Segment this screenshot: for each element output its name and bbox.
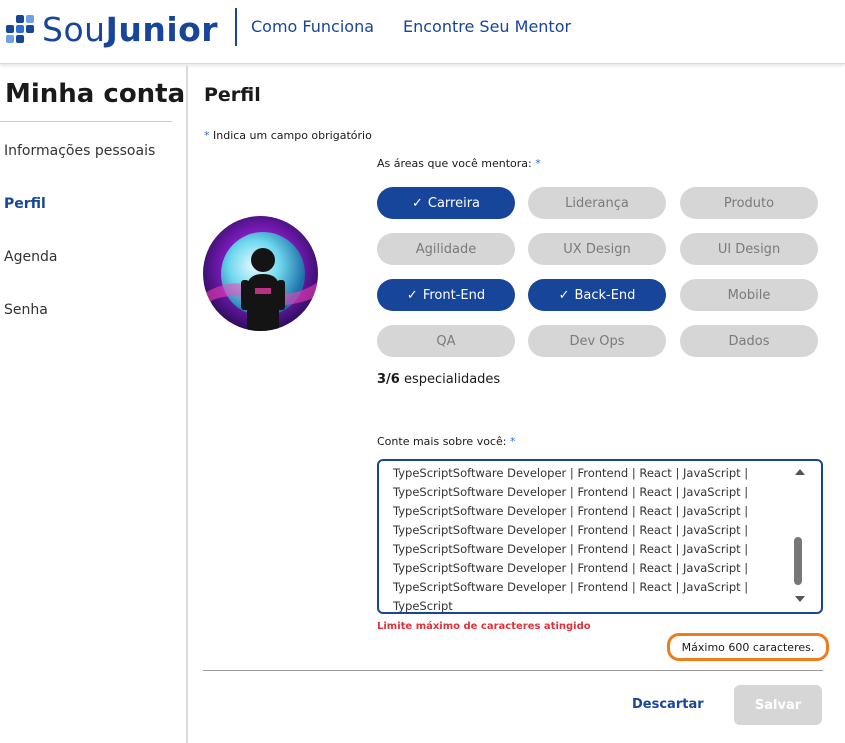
about-text-content[interactable]: TypeScriptSoftware Developer | Frontend … xyxy=(393,464,793,613)
chip-label: Front-End xyxy=(422,287,486,303)
sidebar-item-agenda[interactable]: Agenda xyxy=(4,249,57,265)
check-icon: ✓ xyxy=(406,287,418,303)
chip-produto[interactable]: Produto xyxy=(680,187,818,219)
sidebar-divider xyxy=(0,121,172,122)
sidebar-item-senha[interactable]: Senha xyxy=(4,302,48,318)
nav-encontre-mentor[interactable]: Encontre Seu Mentor xyxy=(403,17,571,36)
about-textarea[interactable]: TypeScriptSoftware Developer | Frontend … xyxy=(377,459,823,614)
about-text-line: TypeScriptSoftware Developer | Frontend … xyxy=(393,580,749,594)
about-text-line: TypeScriptSoftware Developer | Frontend … xyxy=(393,485,749,499)
about-label-text: Conte mais sobre você: xyxy=(377,435,507,448)
areas-required-star: * xyxy=(535,157,541,170)
check-icon: ✓ xyxy=(558,287,570,303)
chip-ui-design[interactable]: UI Design xyxy=(680,233,818,265)
page-title: Perfil xyxy=(204,84,261,106)
nav-como-funciona[interactable]: Como Funciona xyxy=(251,17,374,36)
areas-label: As áreas que você mentora: * xyxy=(377,157,541,170)
specialties-count: 3/6 especialidades xyxy=(377,372,500,387)
top-header: SouJunior Como Funciona Encontre Seu Men… xyxy=(0,0,845,64)
about-label: Conte mais sobre você: * xyxy=(377,435,515,448)
char-limit-error: Limite máximo de caracteres atingido xyxy=(377,621,591,632)
scroll-down-arrow-icon[interactable] xyxy=(795,596,805,602)
scroll-up-arrow-icon[interactable] xyxy=(795,469,805,475)
logo-squares-icon xyxy=(6,15,36,43)
about-text-line: TypeScriptSoftware Developer | Frontend … xyxy=(393,466,749,480)
chip-label: Back-End xyxy=(574,287,636,303)
brand-name-bold: Junior xyxy=(105,9,219,49)
brand-logo[interactable]: SouJunior xyxy=(6,9,218,49)
check-icon: ✓ xyxy=(411,195,423,211)
about-text-line: TypeScript xyxy=(393,599,453,613)
max-chars-text: Máximo 600 caracteres. xyxy=(681,640,815,654)
brand-name: SouJunior xyxy=(42,10,218,49)
chip-qa[interactable]: QA xyxy=(377,325,515,357)
chip-agilidade[interactable]: Agilidade xyxy=(377,233,515,265)
chip-front-end[interactable]: ✓ Front-End xyxy=(377,279,515,311)
about-required-star: * xyxy=(509,435,516,448)
astronaut-avatar-icon[interactable] xyxy=(203,216,318,331)
brand-name-light: Sou xyxy=(42,9,106,49)
specialties-count-value: 3/6 xyxy=(377,372,400,387)
about-text-line: TypeScriptSoftware Developer | Frontend … xyxy=(393,561,749,575)
areas-label-text: As áreas que você mentora: xyxy=(377,157,532,170)
about-text-line: TypeScriptSoftware Developer | Frontend … xyxy=(393,523,749,537)
account-sidebar: Minha conta Informações pessoais Perfil … xyxy=(0,66,188,743)
specialties-count-suffix: especialidades xyxy=(403,372,501,387)
chip-carreira[interactable]: ✓ Carreira xyxy=(377,187,515,219)
chip-label: Carreira xyxy=(427,195,481,211)
sidebar-title: Minha conta xyxy=(5,79,186,109)
about-text-line: TypeScriptSoftware Developer | Frontend … xyxy=(393,504,749,518)
save-button[interactable]: Salvar xyxy=(734,685,822,725)
required-star: * xyxy=(204,129,210,142)
chip-mobile[interactable]: Mobile xyxy=(680,279,818,311)
textarea-scrollbar-thumb[interactable] xyxy=(794,537,802,585)
discard-button[interactable]: Descartar xyxy=(632,697,704,712)
required-note: * Indica um campo obrigatório xyxy=(204,129,372,142)
required-note-text: Indica um campo obrigatório xyxy=(213,129,372,142)
footer-divider xyxy=(203,670,823,671)
sidebar-item-informacoes[interactable]: Informações pessoais xyxy=(4,143,155,159)
chip-ux-design[interactable]: UX Design xyxy=(528,233,666,265)
about-text-line: TypeScriptSoftware Developer | Frontend … xyxy=(393,542,749,556)
sidebar-item-perfil[interactable]: Perfil xyxy=(4,196,46,212)
chip-back-end[interactable]: ✓ Back-End xyxy=(528,279,666,311)
header-divider xyxy=(235,8,237,46)
chip-lideranca[interactable]: Liderança xyxy=(528,187,666,219)
max-chars-highlight: Máximo 600 caracteres. xyxy=(667,633,829,661)
chip-dados[interactable]: Dados xyxy=(680,325,818,357)
chip-dev-ops[interactable]: Dev Ops xyxy=(528,325,666,357)
